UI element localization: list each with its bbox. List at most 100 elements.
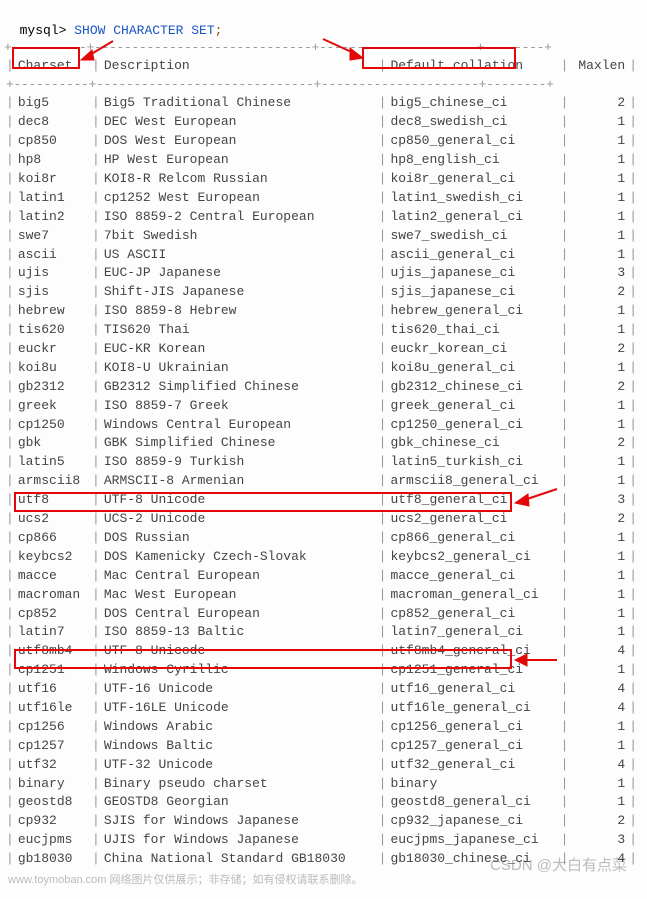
cell-description: ISO 8859-8 Hebrew: [102, 302, 377, 321]
cell-collation: armscii8_general_ci: [388, 472, 558, 491]
table-row: |swe7|7bit Swedish|swe7_swedish_ci|1|: [4, 227, 639, 246]
table-header-row: | Charset | Description | Default collat…: [4, 57, 639, 76]
cell-charset: ujis: [16, 264, 90, 283]
cell-description: DOS West European: [102, 132, 377, 151]
cell-description: Windows Central European: [102, 416, 377, 435]
cell-charset: koi8r: [16, 170, 90, 189]
cell-maxlen: 1: [570, 661, 627, 680]
cell-maxlen: 3: [570, 491, 627, 510]
cell-charset: euckr: [16, 340, 90, 359]
cell-description: UTF-16LE Unicode: [102, 699, 377, 718]
table-row: |cp850|DOS West European|cp850_general_c…: [4, 132, 639, 151]
table-row: |cp932|SJIS for Windows Japanese|cp932_j…: [4, 812, 639, 831]
cell-collation: sjis_japanese_ci: [388, 283, 558, 302]
cell-maxlen: 4: [570, 850, 627, 869]
cell-collation: dec8_swedish_ci: [388, 113, 558, 132]
cell-charset: macce: [16, 567, 90, 586]
cell-charset: cp1256: [16, 718, 90, 737]
cell-collation: gb2312_chinese_ci: [388, 378, 558, 397]
prompt-label: mysql>: [20, 23, 67, 38]
cell-charset: cp852: [16, 605, 90, 624]
cell-collation: macce_general_ci: [388, 567, 558, 586]
cell-description: Windows Baltic: [102, 737, 377, 756]
cell-charset: geostd8: [16, 793, 90, 812]
cell-description: 7bit Swedish: [102, 227, 377, 246]
sql-statement: SHOW CHARACTER SET: [74, 23, 214, 38]
cell-charset: hp8: [16, 151, 90, 170]
cell-maxlen: 1: [570, 605, 627, 624]
table-row: |latin2|ISO 8859-2 Central European|lati…: [4, 208, 639, 227]
cell-description: DOS Russian: [102, 529, 377, 548]
cell-charset: cp866: [16, 529, 90, 548]
cell-collation: koi8u_general_ci: [388, 359, 558, 378]
cell-description: ISO 8859-2 Central European: [102, 208, 377, 227]
sql-prompt-line: mysql> SHOW CHARACTER SET;: [4, 6, 643, 40]
cell-charset: ascii: [16, 246, 90, 265]
cell-collation: cp866_general_ci: [388, 529, 558, 548]
cell-charset: utf16: [16, 680, 90, 699]
table-row: |hebrew|ISO 8859-8 Hebrew|hebrew_general…: [4, 302, 639, 321]
cell-maxlen: 1: [570, 227, 627, 246]
cell-maxlen: 4: [570, 756, 627, 775]
cell-description: EUC-JP Japanese: [102, 264, 377, 283]
cell-description: ISO 8859-13 Baltic: [102, 623, 377, 642]
cell-collation: cp1256_general_ci: [388, 718, 558, 737]
cell-collation: cp1257_general_ci: [388, 737, 558, 756]
table-row: |koi8u|KOI8-U Ukrainian|koi8u_general_ci…: [4, 359, 639, 378]
table-row: |greek|ISO 8859-7 Greek|greek_general_ci…: [4, 397, 639, 416]
cell-description: GB2312 Simplified Chinese: [102, 378, 377, 397]
cell-description: US ASCII: [102, 246, 377, 265]
cell-description: China National Standard GB18030: [102, 850, 377, 869]
cell-collation: cp852_general_ci: [388, 605, 558, 624]
header-charset: Charset: [16, 57, 90, 76]
table-row: |ucs2|UCS-2 Unicode|ucs2_general_ci|2|: [4, 510, 639, 529]
table-row: |gb2312|GB2312 Simplified Chinese|gb2312…: [4, 378, 639, 397]
cell-charset: swe7: [16, 227, 90, 246]
table-row: |cp852|DOS Central European|cp852_genera…: [4, 605, 639, 624]
header-description: Description: [102, 57, 377, 76]
cell-description: Windows Arabic: [102, 718, 377, 737]
table-row: |geostd8|GEOSTD8 Georgian|geostd8_genera…: [4, 793, 639, 812]
cell-collation: gb18030_chinese_ci: [388, 850, 558, 869]
table-row: |ascii|US ASCII|ascii_general_ci|1|: [4, 246, 639, 265]
semicolon: ;: [215, 23, 223, 38]
cell-maxlen: 1: [570, 113, 627, 132]
cell-charset: gb18030: [16, 850, 90, 869]
table-row: |macce|Mac Central European|macce_genera…: [4, 567, 639, 586]
cell-charset: latin5: [16, 453, 90, 472]
cell-collation: euckr_korean_ci: [388, 340, 558, 359]
cell-collation: utf16le_general_ci: [388, 699, 558, 718]
cell-collation: macroman_general_ci: [388, 586, 558, 605]
cell-maxlen: 4: [570, 699, 627, 718]
cell-collation: utf16_general_ci: [388, 680, 558, 699]
cell-charset: eucjpms: [16, 831, 90, 850]
cell-collation: cp850_general_ci: [388, 132, 558, 151]
cell-maxlen: 2: [570, 378, 627, 397]
table-row: |hp8|HP West European|hp8_english_ci|1|: [4, 151, 639, 170]
cell-description: DOS Central European: [102, 605, 377, 624]
cell-charset: gb2312: [16, 378, 90, 397]
cell-description: DEC West European: [102, 113, 377, 132]
cell-maxlen: 3: [570, 264, 627, 283]
cell-collation: latin1_swedish_ci: [388, 189, 558, 208]
cell-charset: cp1257: [16, 737, 90, 756]
cell-maxlen: 1: [570, 586, 627, 605]
cell-collation: latin5_turkish_ci: [388, 453, 558, 472]
table-row: |koi8r|KOI8-R Relcom Russian|koi8r_gener…: [4, 170, 639, 189]
cell-maxlen: 1: [570, 208, 627, 227]
header-maxlen: Maxlen: [570, 57, 627, 76]
cell-collation: cp1251_general_ci: [388, 661, 558, 680]
cell-maxlen: 1: [570, 548, 627, 567]
cell-charset: koi8u: [16, 359, 90, 378]
cell-maxlen: 1: [570, 302, 627, 321]
cell-collation: latin7_general_ci: [388, 623, 558, 642]
table-row: |gb18030|China National Standard GB18030…: [4, 850, 639, 869]
table-row: |cp1251|Windows Cyrillic|cp1251_general_…: [4, 661, 639, 680]
cell-charset: latin7: [16, 623, 90, 642]
cell-collation: utf32_general_ci: [388, 756, 558, 775]
cell-description: Mac West European: [102, 586, 377, 605]
cell-collation: keybcs2_general_ci: [388, 548, 558, 567]
cell-charset: hebrew: [16, 302, 90, 321]
cell-description: UTF-8 Unicode: [102, 642, 377, 661]
cell-maxlen: 1: [570, 775, 627, 794]
